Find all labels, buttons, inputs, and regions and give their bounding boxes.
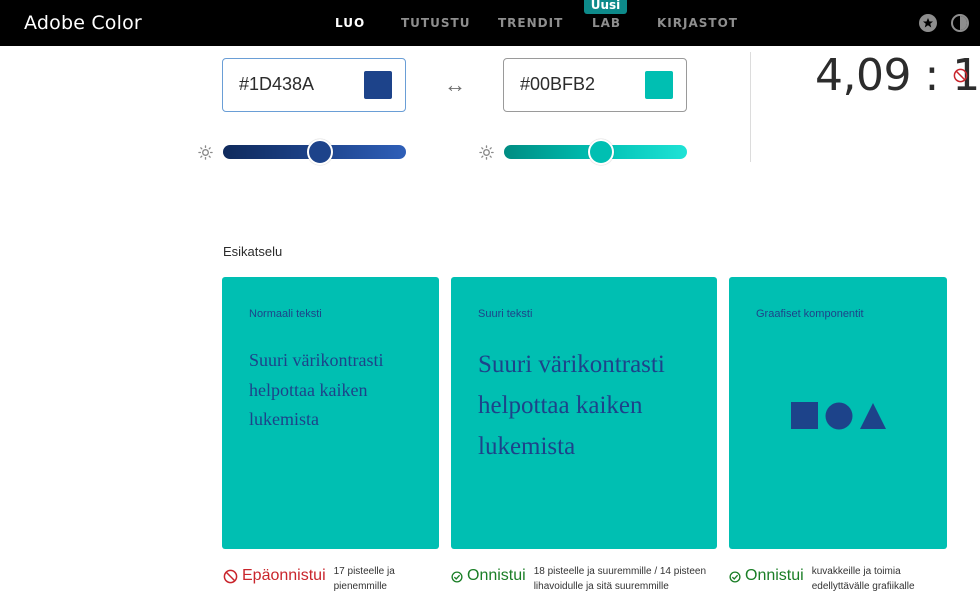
card-sample-text: Suuri värikontrasti helpottaa kaiken luk…	[249, 350, 384, 429]
foreground-color-field[interactable]	[222, 58, 406, 112]
nav-item-kirjastot[interactable]: KIRJASTOT	[657, 16, 738, 30]
fail-icon	[223, 569, 238, 584]
card-sample-text: Suuri värikontrasti helpottaa kaiken luk…	[478, 351, 665, 460]
status-description: kuvakkeille ja toimia edellyttävälle gra…	[811, 566, 915, 592]
star-icon[interactable]	[919, 14, 937, 32]
graphic-shapes	[791, 402, 887, 430]
nav-item-trendit[interactable]: TRENDIT	[498, 16, 563, 30]
preview-card-graphics: Graafiset komponentit	[729, 277, 947, 549]
result-large-text: Onnistui 18 pisteelle ja suuremmille / 1…	[451, 566, 712, 594]
divider	[750, 52, 751, 162]
foreground-swatch[interactable]	[364, 71, 392, 99]
nav-item-lab[interactable]: LAB	[592, 16, 621, 30]
swap-colors-icon[interactable]: ↔	[444, 72, 466, 98]
result-graphics: Onnistui kuvakkeille ja toimia edellyttä…	[729, 566, 942, 594]
status-description: 17 pisteelle ja pienemmille	[333, 566, 395, 592]
app-title[interactable]: Adobe Color	[24, 12, 142, 34]
background-swatch[interactable]	[645, 71, 673, 99]
pass-icon	[451, 571, 463, 583]
card-label: Normaali teksti	[249, 308, 322, 320]
status-description: 18 pisteelle ja suuremmille / 14 pisteen…	[533, 566, 707, 592]
status-label: Onnistui	[745, 567, 804, 584]
fail-icon	[953, 68, 968, 83]
foreground-hex-input[interactable]	[239, 74, 349, 95]
card-label: Graafiset komponentit	[756, 308, 864, 320]
background-color-field[interactable]	[503, 58, 687, 112]
status-label: Onnistui	[467, 567, 526, 584]
preview-card-normal-text: Normaali teksti Suuri värikontrasti help…	[222, 277, 439, 549]
preview-heading: Esikatselu	[223, 244, 283, 259]
preview-card-large-text: Suuri teksti Suuri värikontrasti helpott…	[451, 277, 717, 549]
theme-toggle-icon[interactable]	[951, 14, 969, 32]
brightness-icon	[198, 145, 213, 160]
nav-item-tutustu[interactable]: TUTUSTU	[401, 16, 470, 30]
nav-item-luo[interactable]: LUO	[335, 16, 365, 30]
triangle-icon	[860, 403, 886, 429]
foreground-slider-thumb[interactable]	[306, 139, 333, 165]
background-hex-input[interactable]	[520, 74, 630, 95]
circle-icon	[825, 402, 853, 430]
top-nav-bar: Adobe Color LUO TUTUSTU TRENDIT LAB KIRJ…	[0, 0, 980, 46]
card-label: Suuri teksti	[478, 308, 533, 320]
pass-icon	[729, 571, 741, 583]
status-label: Epäonnistui	[242, 567, 326, 584]
square-icon	[791, 402, 818, 429]
background-slider-thumb[interactable]	[587, 139, 614, 165]
brightness-icon	[479, 145, 494, 160]
result-normal-text: Epäonnistui 17 pisteelle ja pienemmille	[223, 566, 404, 594]
new-badge: Uusi	[584, 0, 627, 14]
